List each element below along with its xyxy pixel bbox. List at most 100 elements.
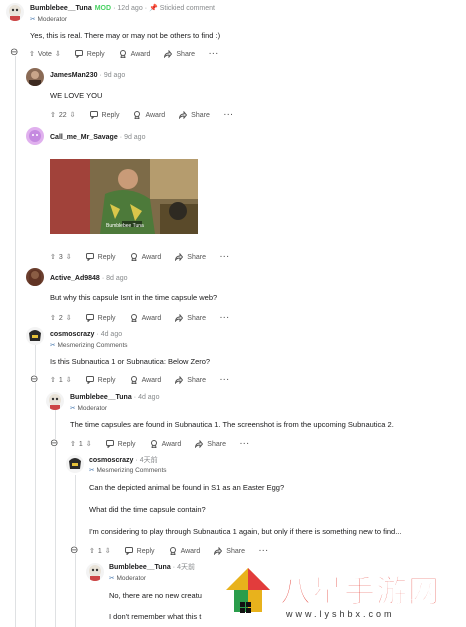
author-name[interactable]: JamesMan230 — [50, 72, 97, 79]
award-icon — [134, 111, 141, 119]
share-button[interactable]: Share — [164, 50, 195, 58]
thread-line — [35, 345, 36, 627]
award-icon — [119, 50, 126, 58]
comment-actions: ⇧ 3 ⇩ Reply Award Share ··· — [50, 251, 230, 263]
upvote-icon[interactable]: ⇧ — [89, 547, 95, 555]
share-button[interactable]: Share — [195, 440, 226, 448]
score: 1 — [97, 547, 102, 555]
reply-button[interactable]: Reply — [89, 111, 119, 119]
reply-icon — [85, 314, 94, 322]
reply-icon — [124, 547, 133, 555]
user-flair: ✂ Mesmerizing Comments — [50, 342, 128, 349]
timestamp[interactable]: 8d ago — [106, 275, 127, 282]
more-options-icon[interactable]: ··· — [220, 315, 230, 322]
avatar[interactable] — [46, 392, 64, 410]
award-button[interactable]: Award — [169, 547, 200, 555]
downvote-icon[interactable]: ⇩ — [66, 376, 72, 384]
downvote-icon[interactable]: ⇩ — [66, 253, 72, 261]
share-button[interactable]: Share — [214, 547, 245, 555]
reply-icon — [74, 50, 83, 58]
timestamp[interactable]: 4天前 — [140, 457, 158, 464]
collapse-button[interactable]: ⊖ — [10, 48, 18, 58]
author-name[interactable]: Bumblebee__Tuna — [109, 564, 171, 571]
collapse-button[interactable]: ⊖ — [70, 546, 78, 556]
score: 1 — [78, 440, 83, 448]
comment-text: But why this capsule Isnt in the time ca… — [50, 293, 218, 302]
avatar[interactable] — [26, 68, 44, 86]
upvote-icon[interactable]: ⇧ — [50, 314, 56, 322]
author-name[interactable]: Call_me_Mr_Savage — [50, 134, 118, 141]
score: 2 — [58, 314, 63, 322]
award-button[interactable]: Award — [130, 253, 161, 261]
timestamp[interactable]: 4d ago — [138, 394, 159, 401]
award-button[interactable]: Award — [130, 314, 161, 322]
upvote-icon[interactable]: ⇧ — [50, 111, 56, 119]
reply-icon — [89, 111, 98, 119]
comment-actions: ⇧ 22 ⇩ Reply Award Share ··· — [50, 109, 234, 121]
upvote-icon[interactable]: ⇧ — [50, 376, 56, 384]
share-button[interactable]: Share — [175, 314, 206, 322]
upvote-icon[interactable]: ⇧ — [29, 50, 35, 58]
watermark-title: 八星手游网 — [280, 574, 440, 611]
timestamp[interactable]: 9d ago — [104, 72, 125, 79]
downvote-icon[interactable]: ⇩ — [55, 50, 61, 58]
collapse-button[interactable]: ⊖ — [30, 375, 38, 385]
comment-text: I'm considering to play through Subnauti… — [89, 527, 402, 536]
more-options-icon[interactable]: ··· — [240, 441, 250, 448]
avatar[interactable] — [86, 563, 104, 581]
avatar[interactable] — [6, 3, 24, 21]
timestamp[interactable]: 4d ago — [101, 331, 122, 338]
share-icon — [164, 50, 173, 58]
gif-image[interactable]: Bumblebee Tuna — [50, 159, 198, 234]
stickied-label: Stickied comment — [159, 5, 215, 12]
avatar[interactable] — [26, 268, 44, 286]
user-flair: ✂ Mesmerizing Comments — [89, 467, 167, 474]
award-button[interactable]: Award — [133, 111, 165, 119]
downvote-icon[interactable]: ⇩ — [105, 547, 111, 555]
timestamp[interactable]: 12d ago — [117, 5, 142, 12]
reply-button[interactable]: Reply — [124, 547, 155, 555]
collapse-button[interactable]: ⊖ — [50, 439, 58, 449]
comment-actions: ⇧ Vote ⇩ Reply Award Share ··· — [29, 48, 219, 60]
downvote-icon[interactable]: ⇩ — [70, 111, 76, 119]
timestamp[interactable]: 4天前 — [177, 564, 195, 571]
upvote-icon[interactable]: ⇧ — [50, 253, 56, 261]
more-options-icon[interactable]: ··· — [224, 112, 234, 119]
reply-button[interactable]: Reply — [105, 440, 136, 448]
downvote-icon[interactable]: ⇩ — [86, 440, 92, 448]
reply-button[interactable]: Reply — [74, 50, 105, 58]
timestamp[interactable]: 9d ago — [124, 134, 145, 141]
avatar[interactable] — [26, 327, 44, 345]
downvote-icon[interactable]: ⇩ — [66, 314, 72, 322]
share-button[interactable]: Share — [179, 111, 210, 119]
share-icon — [195, 440, 204, 448]
award-button[interactable]: Award — [119, 50, 150, 58]
author-name[interactable]: Bumblebee__Tuna — [70, 394, 132, 401]
flair-icon: ✂ — [50, 342, 56, 349]
avatar[interactable] — [66, 455, 84, 473]
comment-text: Can the depicted animal be found in S1 a… — [89, 483, 285, 492]
comment-text: The time capsules are found in Subnautic… — [70, 420, 394, 429]
reply-icon — [85, 253, 94, 261]
share-button[interactable]: Share — [175, 376, 206, 384]
more-options-icon[interactable]: ··· — [220, 377, 230, 384]
avatar[interactable] — [26, 127, 44, 145]
share-button[interactable]: Share — [175, 253, 206, 261]
upvote-icon[interactable]: ⇧ — [70, 440, 76, 448]
award-button[interactable]: Award — [150, 440, 181, 448]
award-button[interactable]: Award — [130, 376, 161, 384]
more-options-icon[interactable]: ··· — [220, 254, 230, 261]
reply-button[interactable]: Reply — [85, 253, 116, 261]
more-options-icon[interactable]: ··· — [209, 51, 219, 58]
score: 3 — [58, 253, 63, 261]
reply-button[interactable]: Reply — [85, 314, 116, 322]
reply-button[interactable]: Reply — [85, 376, 116, 384]
wrench-icon: ✂ — [109, 575, 115, 582]
more-options-icon[interactable]: ··· — [259, 548, 269, 555]
author-name[interactable]: cosmoscrazy — [89, 457, 133, 464]
author-name[interactable]: Bumblebee__Tuna — [30, 5, 92, 12]
author-name[interactable]: cosmoscrazy — [50, 331, 94, 338]
user-flair: ✂ Moderator — [30, 16, 68, 23]
comment-meta: JamesMan230 · 9d ago — [50, 72, 126, 79]
author-name[interactable]: Active_Ad9848 — [50, 275, 100, 282]
